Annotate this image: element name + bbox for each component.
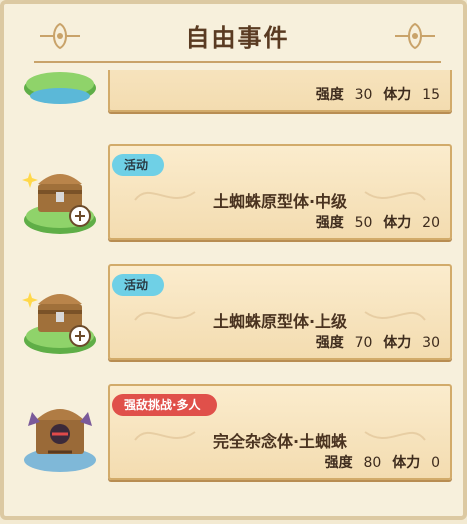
event-row[interactable]: 活动 土蜘蛛原型体·中级 强度 50 体力 20 bbox=[4, 144, 467, 254]
event-row[interactable]: 活动 土蜘蛛原型体·上级 强度 70 体力 30 bbox=[4, 264, 467, 374]
boss-tag: 强敌挑战·多人 bbox=[112, 394, 217, 416]
event-card[interactable]: 活动 土蜘蛛原型体·中级 强度 50 体力 20 bbox=[108, 144, 452, 240]
stamina-value: 30 bbox=[422, 335, 440, 351]
strength-value: 50 bbox=[354, 215, 373, 231]
stamina-value: 20 bbox=[422, 215, 440, 231]
stamina-label: 体力 bbox=[392, 455, 421, 471]
event-card[interactable]: 活动 土蜘蛛原型体·上级 强度 70 体力 30 bbox=[108, 264, 452, 360]
strength-value: 30 bbox=[354, 87, 373, 103]
event-card[interactable]: 强度 30 体力 15 bbox=[108, 70, 452, 112]
event-card[interactable]: 强敌挑战·多人 完全杂念体·土蜘蛛 强度 80 体力 0 bbox=[108, 384, 452, 480]
strength-label: 强度 bbox=[324, 455, 353, 471]
stamina-value: 0 bbox=[431, 455, 440, 471]
event-stats: 强度 70 体力 30 bbox=[310, 332, 440, 352]
event-list[interactable]: 强度 30 体力 15 活动 土蜘蛛原型体·中级 强度 50 体力 20 活动 … bbox=[4, 70, 467, 524]
ornament-right-icon bbox=[395, 22, 435, 50]
event-row[interactable]: 强敌挑战·多人 完全杂念体·土蜘蛛 强度 80 体力 0 bbox=[4, 384, 467, 494]
stamina-label: 体力 bbox=[383, 87, 412, 103]
strength-label: 强度 bbox=[315, 215, 344, 231]
boss-chest-icon bbox=[24, 409, 96, 472]
stamina-label: 体力 bbox=[383, 335, 412, 351]
event-name: 完全杂念体·土蜘蛛 bbox=[212, 432, 348, 451]
event-stats: 强度 30 体力 15 bbox=[310, 84, 440, 104]
event-panel: 自由事件 强度 30 体力 15 活动 土蜘蛛原型体·中级 强度 50 体力 2… bbox=[0, 0, 467, 520]
strength-value: 70 bbox=[354, 335, 373, 351]
strength-label: 强度 bbox=[315, 87, 344, 103]
treasure-chest-icon bbox=[22, 292, 96, 354]
strength-label: 强度 bbox=[315, 335, 344, 351]
treasure-chest-icon bbox=[22, 172, 96, 234]
header-divider bbox=[34, 61, 441, 63]
event-tag: 活动 bbox=[112, 154, 165, 176]
strength-value: 80 bbox=[363, 455, 382, 471]
stamina-label: 体力 bbox=[383, 215, 412, 231]
event-stats: 强度 80 体力 0 bbox=[319, 452, 440, 472]
event-tag: 活动 bbox=[112, 274, 165, 296]
event-name: 土蜘蛛原型体·中级 bbox=[212, 192, 348, 211]
panel-header: 自由事件 bbox=[4, 4, 467, 70]
event-name: 土蜘蛛原型体·上级 bbox=[212, 312, 348, 331]
event-row[interactable]: 强度 30 体力 15 bbox=[4, 70, 467, 126]
grass-platform-icon bbox=[24, 72, 96, 104]
stamina-value: 15 bbox=[422, 87, 440, 103]
event-stats: 强度 50 体力 20 bbox=[310, 212, 440, 232]
